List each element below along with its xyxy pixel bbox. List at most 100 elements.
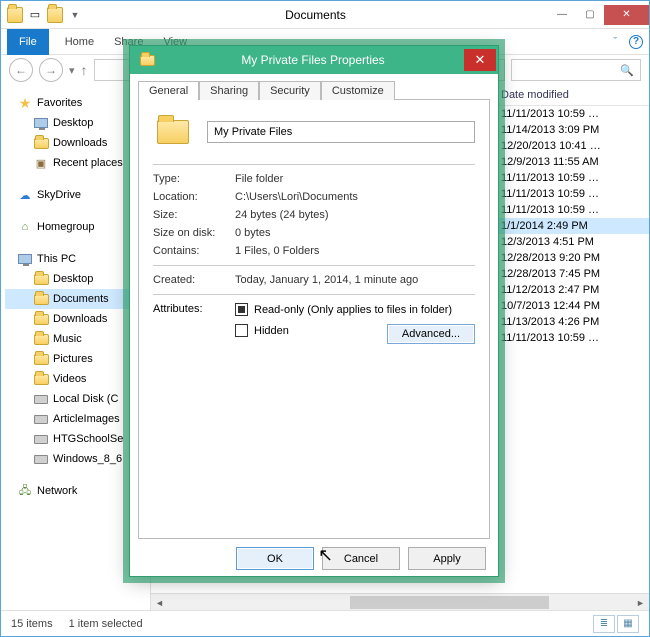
cell-date: 12/3/2013 4:51 PM [501, 236, 641, 248]
qat-dropdown-icon[interactable]: ▼ [67, 7, 83, 23]
tree-pc-documents[interactable]: Documents [5, 289, 146, 309]
minimize-button[interactable]: — [548, 5, 576, 25]
back-button[interactable]: ← [9, 58, 33, 82]
tab-security-dlg[interactable]: Security [259, 81, 321, 100]
view-icons-button[interactable]: ▦ [617, 615, 639, 633]
ok-button[interactable]: OK [236, 547, 314, 570]
titlebar: ▭ ▼ Documents — ▢ ✕ [1, 1, 649, 29]
label-location: Location: [153, 191, 235, 203]
label-readonly: Read-only (Only applies to files in fold… [254, 304, 452, 316]
scroll-right-icon[interactable]: ► [632, 594, 649, 611]
cloud-icon: ☁ [17, 187, 33, 203]
label-created: Created: [153, 274, 235, 286]
col-date-modified[interactable]: Date modified [501, 89, 641, 101]
homegroup-icon: ⌂ [17, 219, 33, 235]
folder-icon [33, 331, 49, 347]
value-created: Today, January 1, 2014, 1 minute ago [235, 274, 475, 286]
advanced-button[interactable]: Advanced... [387, 324, 475, 344]
value-size: 24 bytes (24 bytes) [235, 209, 475, 221]
tree-fav-desktop[interactable]: Desktop [5, 113, 146, 133]
checkbox-readonly[interactable]: Read-only (Only applies to files in fold… [235, 303, 475, 316]
status-item-count: 15 items [11, 618, 53, 630]
cell-date: 10/7/2013 12:44 PM [501, 300, 641, 312]
tree-homegroup[interactable]: ⌂Homegroup [5, 217, 146, 237]
dialog-titlebar[interactable]: My Private Files Properties ✕ [130, 46, 498, 74]
cell-date: 11/12/2013 2:47 PM [501, 284, 641, 296]
cell-date: 1/1/2014 2:49 PM [501, 220, 641, 232]
tree-pc-desktop[interactable]: Desktop [5, 269, 146, 289]
desktop-icon [33, 115, 49, 131]
cell-date: 11/11/2013 10:59 … [501, 172, 641, 184]
cancel-button[interactable]: Cancel [322, 547, 400, 570]
folder-icon [33, 351, 49, 367]
tab-sharing[interactable]: Sharing [199, 81, 259, 100]
tab-file[interactable]: File [7, 29, 49, 55]
tree-pc-localdisk[interactable]: Local Disk (C [5, 389, 146, 409]
checkbox-hidden[interactable]: Hidden [235, 324, 289, 337]
forward-button[interactable]: → [39, 58, 63, 82]
scroll-thumb[interactable] [350, 596, 549, 609]
cell-date: 12/28/2013 7:45 PM [501, 268, 641, 280]
properties-dialog: My Private Files Properties ✕ General Sh… [129, 45, 499, 577]
cell-date: 11/11/2013 10:59 … [501, 108, 641, 120]
tree-thispc[interactable]: This PC [5, 249, 146, 269]
dialog-close-button[interactable]: ✕ [464, 49, 496, 71]
drive-icon [33, 431, 49, 447]
folder-icon [33, 371, 49, 387]
tab-general[interactable]: General [138, 81, 199, 100]
help-icon[interactable]: ? [629, 35, 643, 49]
drive-icon [33, 411, 49, 427]
scroll-left-icon[interactable]: ◄ [151, 594, 168, 611]
tree-favorites[interactable]: ★Favorites [5, 93, 146, 113]
pc-icon [17, 251, 33, 267]
cell-date: 12/9/2013 11:55 AM [501, 156, 641, 168]
drive-icon [33, 391, 49, 407]
tree-pc-videos[interactable]: Videos [5, 369, 146, 389]
folder-name-input[interactable] [207, 121, 475, 143]
tree-pc-pictures[interactable]: Pictures [5, 349, 146, 369]
folder-icon [138, 51, 156, 69]
value-type: File folder [235, 173, 475, 185]
properties-qat-icon[interactable]: ▭ [27, 7, 43, 23]
tree-pc-articleimages[interactable]: ArticleImages [5, 409, 146, 429]
explorer-window: ▭ ▼ Documents — ▢ ✕ File Home Share View… [0, 0, 650, 637]
tab-page-general: Type:File folder Location:C:\Users\Lori\… [138, 99, 490, 539]
cell-date: 11/14/2013 3:09 PM [501, 124, 641, 136]
maximize-button[interactable]: ▢ [576, 5, 604, 25]
folder-icon [7, 7, 23, 23]
search-input[interactable]: 🔍 [511, 59, 641, 81]
tree-fav-downloads[interactable]: Downloads [5, 133, 146, 153]
ribbon-collapse-icon[interactable]: ˇ [613, 36, 617, 48]
tree-skydrive[interactable]: ☁SkyDrive [5, 185, 146, 205]
network-icon: 🖧 [17, 483, 33, 499]
close-button[interactable]: ✕ [604, 5, 649, 25]
folder-icon [33, 291, 49, 307]
tab-home[interactable]: Home [61, 32, 98, 52]
tree-pc-downloads[interactable]: Downloads [5, 309, 146, 329]
cell-date: 11/13/2013 4:26 PM [501, 316, 641, 328]
tree-pc-windows8[interactable]: Windows_8_6 [5, 449, 146, 469]
value-sizeondisk: 0 bytes [235, 227, 475, 239]
apply-button[interactable]: Apply [408, 547, 486, 570]
search-icon: 🔍 [620, 64, 634, 77]
tree-network[interactable]: 🖧Network [5, 481, 146, 501]
view-details-button[interactable]: ≣ [593, 615, 615, 633]
newfolder-qat-icon[interactable] [47, 7, 63, 23]
cell-date: 12/20/2013 10:41 … [501, 140, 641, 152]
label-size: Size: [153, 209, 235, 221]
horizontal-scrollbar[interactable]: ◄ ► [151, 593, 649, 610]
tree-pc-music[interactable]: Music [5, 329, 146, 349]
label-type: Type: [153, 173, 235, 185]
up-button[interactable]: ↑ [81, 62, 88, 78]
label-hidden: Hidden [254, 325, 289, 337]
drive-icon [33, 451, 49, 467]
label-sizeondisk: Size on disk: [153, 227, 235, 239]
tree-fav-recent[interactable]: ▣Recent places [5, 153, 146, 173]
cell-date: 12/28/2013 9:20 PM [501, 252, 641, 264]
dialog-buttons: OK Cancel Apply [130, 539, 498, 578]
history-dropdown-icon[interactable]: ▾ [69, 64, 75, 77]
tree-pc-htgschool[interactable]: HTGSchoolSe [5, 429, 146, 449]
checkbox-empty-icon [235, 324, 248, 337]
folder-icon [33, 135, 49, 151]
tab-customize[interactable]: Customize [321, 81, 395, 100]
